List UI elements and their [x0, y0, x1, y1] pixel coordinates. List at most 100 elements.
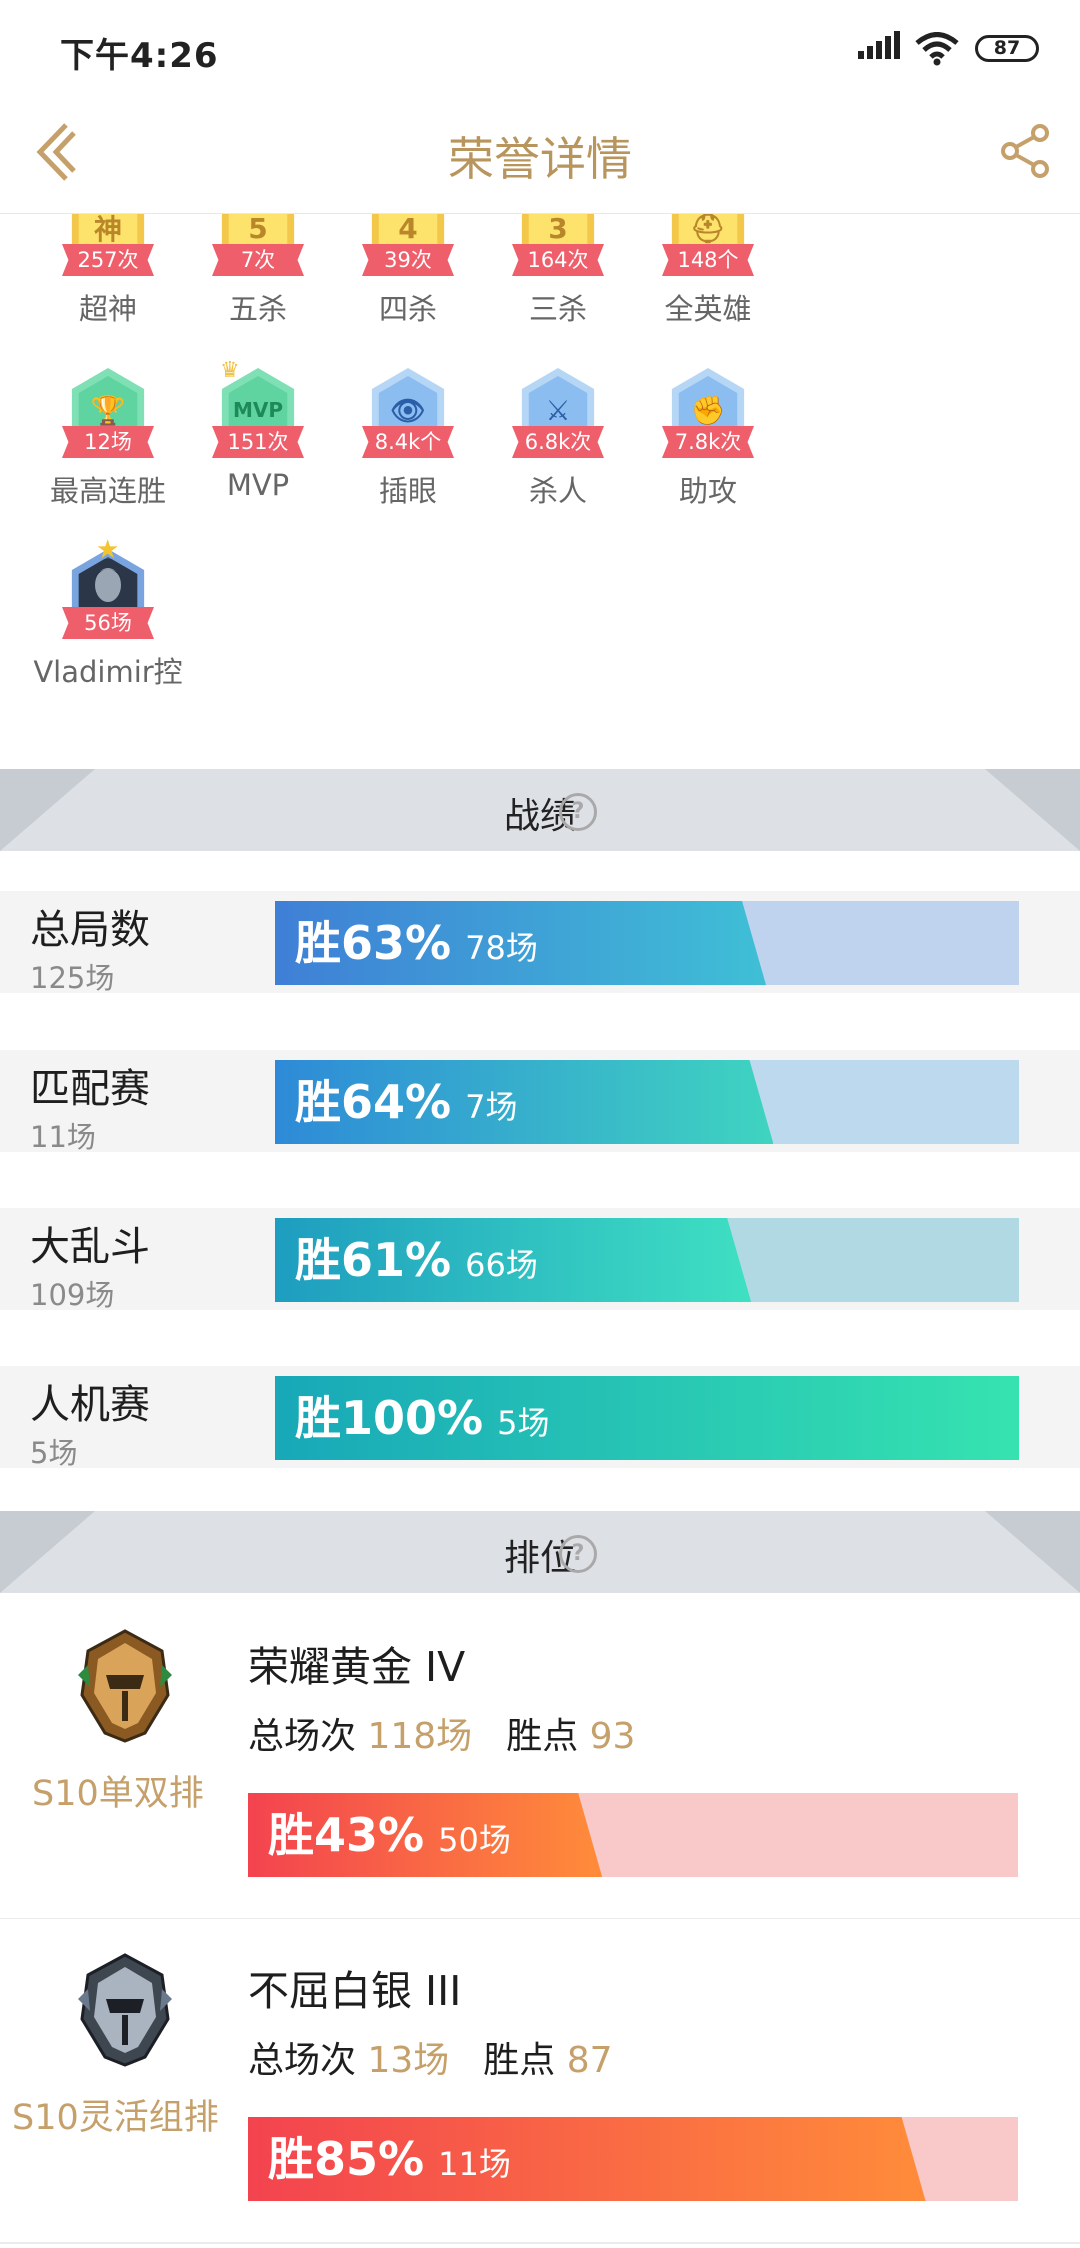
- stat-name: 匹配赛: [30, 1066, 150, 1112]
- share-button[interactable]: [998, 123, 1054, 179]
- honor-item[interactable]: 4 39次四杀: [333, 214, 483, 328]
- stats-help-icon[interactable]: ?: [559, 793, 597, 831]
- honor-item[interactable]: ⚔ 6.8k次 杀人: [483, 368, 633, 510]
- honor-count: 12场: [62, 426, 154, 458]
- ranked-help-icon[interactable]: ?: [559, 1535, 597, 1573]
- honor-badge-icon: 👁 8.4k个: [360, 368, 456, 464]
- ranked-win-games: 11场: [438, 2145, 511, 2183]
- ranked-win-rate-bar: 胜43% 50场: [248, 1793, 1018, 1877]
- win-rate-bar: 胜63% 78场: [275, 901, 1019, 985]
- ranked-win-rate-bar: 胜85% 11场: [248, 2117, 1018, 2201]
- honor-item[interactable]: 👁 8.4k个插眼: [333, 368, 483, 510]
- honor-count: 164次: [512, 244, 604, 276]
- honor-label: 超神: [78, 292, 137, 326]
- ranked-section-header: 排位 ?: [0, 1511, 1080, 1593]
- stat-total-games: 11场: [30, 1120, 96, 1154]
- ranked-win-games: 50场: [438, 1821, 511, 1859]
- honor-label: 全英雄: [664, 292, 752, 326]
- honor-item[interactable]: MVP 151次 ♛ MVP: [183, 358, 333, 502]
- ranked-row[interactable]: S10单双排 荣耀黄金 IV 总场次 118场 胜点 93 胜43% 50场: [0, 1595, 1080, 1915]
- stat-row[interactable]: 匹配赛 11场 胜64% 7场: [0, 1050, 1080, 1154]
- honor-badge-icon: MVP 151次 ♛: [210, 358, 306, 464]
- ranked-divider: [0, 2242, 1080, 2244]
- rank-emblem-icon: [78, 1953, 172, 2067]
- stat-name: 大乱斗: [30, 1224, 150, 1270]
- honor-badge-icon: 56场 ★: [60, 535, 156, 645]
- honor-item[interactable]: 5 7次五杀: [183, 214, 333, 328]
- honor-label: 插眼: [378, 474, 437, 508]
- stat-name: 人机赛: [30, 1382, 150, 1428]
- stats-section-title: 战绩: [503, 796, 576, 837]
- ranked-win-rate-text: 胜43%: [268, 1808, 425, 1862]
- honor-label: MVP: [226, 468, 290, 502]
- honor-count: 7.8k次: [662, 426, 754, 458]
- stats-section-header: 战绩 ?: [0, 769, 1080, 851]
- ranked-row[interactable]: S10灵活组排 不屈白银 III 总场次 13场 胜点 87 胜85% 11场: [0, 1919, 1080, 2239]
- win-games: 78场: [465, 929, 538, 967]
- status-time: 下午4:26: [60, 36, 219, 76]
- ranked-lp: 93: [589, 1716, 636, 1757]
- win-games: 7场: [465, 1088, 518, 1126]
- win-games: 5场: [497, 1404, 550, 1442]
- ranked-lp-label: 胜点: [506, 1716, 579, 1757]
- ranked-games-label: 总场次: [248, 2040, 357, 2081]
- battery-indicator: 87: [975, 35, 1039, 62]
- stat-total-games: 5场: [30, 1436, 78, 1470]
- ranked-section-title: 排位: [503, 1538, 576, 1579]
- win-rate-text: 胜100%: [295, 1391, 484, 1445]
- win-rate-text: 胜64%: [295, 1075, 452, 1129]
- honor-badge-icon: ✊ 7.8k次: [660, 368, 756, 464]
- star-icon: ★: [96, 535, 120, 565]
- honor-item[interactable]: ⛑ 148个全英雄: [633, 214, 783, 328]
- honor-item[interactable]: ✊ 7.8k次助攻: [633, 368, 783, 510]
- stat-row[interactable]: 人机赛 5场 胜100% 5场: [0, 1366, 1080, 1470]
- honor-count: 56场: [62, 607, 154, 639]
- ranked-lp: 87: [566, 2040, 613, 2081]
- stat-total-games: 125场: [30, 961, 115, 995]
- stat-row[interactable]: 总局数 125场 胜63% 78场: [0, 891, 1080, 995]
- honor-badge-icon: 4 39次: [360, 214, 456, 282]
- honor-label: 四杀: [378, 292, 437, 326]
- ranked-games-label: 总场次: [248, 1716, 357, 1757]
- ranked-games: 118场: [367, 1716, 473, 1757]
- app-header: 荣誉详情: [0, 95, 1080, 214]
- page-title: 荣誉详情: [448, 132, 632, 186]
- ranked-queue-name: S10单双排: [32, 1774, 204, 1814]
- honor-label: 三杀: [528, 292, 587, 326]
- honor-badge-icon: ⚔ 6.8k次: [510, 368, 606, 464]
- honor-label: 助攻: [678, 474, 737, 508]
- honor-badge-icon: 3 164次: [510, 214, 606, 282]
- ranked-queue-name: S10灵活组排: [12, 2098, 219, 2138]
- honor-count: 8.4k个: [362, 426, 454, 458]
- honor-item[interactable]: 神 257次超神: [33, 214, 183, 328]
- win-rate-text: 胜63%: [295, 916, 452, 970]
- ranked-lp-label: 胜点: [483, 2040, 556, 2081]
- ranked-games: 13场: [367, 2040, 450, 2081]
- honor-label: 五杀: [228, 292, 287, 326]
- honor-count: 39次: [362, 244, 454, 276]
- win-games: 66场: [465, 1246, 538, 1284]
- stat-row[interactable]: 大乱斗 109场 胜61% 66场: [0, 1208, 1080, 1312]
- win-rate-bar: 胜100% 5场: [275, 1376, 1019, 1460]
- honor-count: 257次: [62, 244, 154, 276]
- honors-grid: 神 257次 超神 5 7次 五杀 4 39次 四杀 3 164次 三杀 ⛑ 148个 全英雄 🏆 12场 最高连…: [0, 214, 1080, 769]
- win-rate-bar: 胜64% 7场: [275, 1060, 1019, 1144]
- signal-icon: [858, 0, 903, 95]
- ranked-win-rate-text: 胜85%: [268, 2132, 425, 2186]
- ranked-tier: 荣耀黄金 IV: [248, 1643, 466, 1691]
- honor-item[interactable]: 56场 ★ Vladimir控: [33, 535, 183, 691]
- honor-count: 148个: [662, 244, 754, 276]
- ranked-tier: 不屈白银 III: [248, 1967, 462, 2015]
- honor-item[interactable]: 3 164次三杀: [483, 214, 633, 328]
- honor-count: 6.8k次: [512, 426, 604, 458]
- honor-count: 151次: [212, 426, 304, 458]
- honor-label: Vladimir控: [33, 655, 183, 689]
- crown-icon: ♛: [220, 358, 240, 383]
- honor-item[interactable]: 🏆 12场 最高连胜: [33, 368, 183, 510]
- honor-badge-icon: 5 7次: [210, 214, 306, 282]
- wifi-icon: [915, 32, 959, 66]
- honor-count: 7次: [212, 244, 304, 276]
- honor-badge-icon: ⛑ 148个: [660, 214, 756, 282]
- stat-total-games: 109场: [30, 1278, 115, 1312]
- honor-badge-icon: 神 257次: [60, 214, 156, 282]
